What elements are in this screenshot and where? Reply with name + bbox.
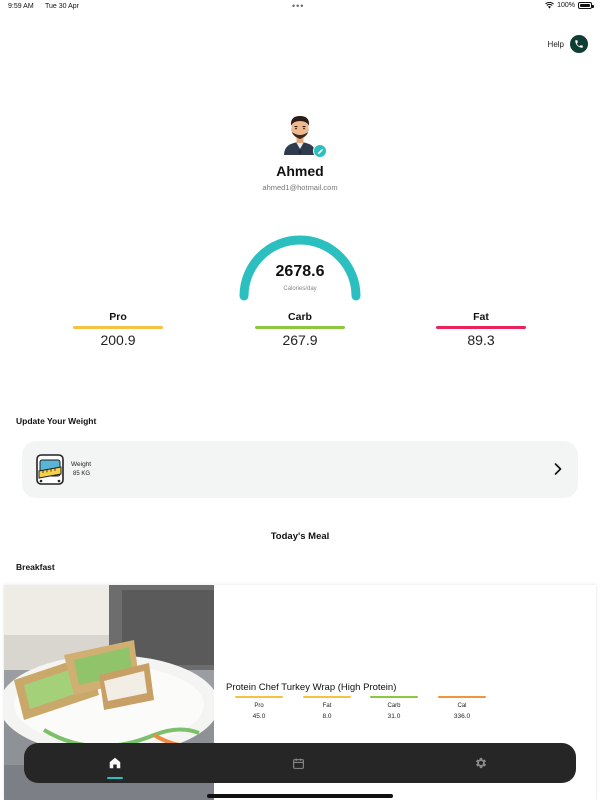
macro-bar — [436, 326, 526, 329]
breakfast-title: Breakfast — [16, 562, 55, 572]
battery-icon — [578, 2, 594, 9]
calories-label: Calories/day — [283, 286, 317, 292]
nav-active-indicator — [107, 777, 123, 779]
meal-macro-fat: Fat 8.0 — [303, 696, 351, 720]
wifi-icon — [545, 2, 554, 9]
weight-card[interactable]: Weight 85 KG — [22, 441, 578, 498]
macro-bar — [255, 326, 345, 329]
help-label: Help — [547, 39, 564, 49]
macro-value: 89.3 — [467, 332, 495, 348]
macro-fat: Fat 89.3 — [436, 311, 526, 348]
chevron-right-icon — [554, 463, 562, 475]
multitask-dots[interactable]: ••• — [292, 1, 304, 11]
status-time: 9:59 AM — [8, 3, 34, 10]
home-icon — [109, 757, 121, 769]
calories-value: 2678.6 — [275, 263, 325, 280]
bottom-nav — [24, 743, 576, 783]
meal-macro-bar — [370, 696, 418, 698]
nav-settings[interactable] — [461, 743, 501, 783]
meal-macro-carb: Carb 31.0 — [370, 696, 418, 720]
meal-macro-label: Cal — [457, 703, 467, 709]
meal-macro-value: 31.0 — [387, 713, 401, 720]
macro-bar — [73, 326, 163, 329]
macro-label: Pro — [109, 311, 127, 323]
meal-macro-bar — [235, 696, 283, 698]
weight-value: 85 KG — [73, 471, 91, 477]
user-email: ahmed1@hotmail.com — [262, 183, 338, 192]
home-indicator — [207, 794, 393, 798]
meal-macro-value: 45.0 — [252, 713, 266, 720]
meal-macro-label: Fat — [322, 703, 332, 709]
meal-macro-bar — [303, 696, 351, 698]
profile-screen: 9:59 AM Tue 30 Apr ••• 100% Help Ahmed a… — [0, 0, 600, 800]
status-indicators: 100% — [545, 2, 594, 9]
todays-meal-title: Today's Meal — [270, 531, 330, 542]
meal-macro-pro: Pro 45.0 — [235, 696, 283, 720]
scale-icon — [36, 454, 64, 485]
calendar-icon — [292, 758, 304, 769]
meal-name: Protein Chef Turkey Wrap (High Protein) — [226, 682, 397, 693]
macro-value: 267.9 — [282, 332, 318, 348]
user-name: Ahmed — [276, 163, 324, 179]
phone-icon[interactable] — [570, 35, 588, 53]
meal-macro-label: Carb — [387, 703, 401, 709]
help-button[interactable]: Help — [548, 35, 588, 53]
meal-macro-value: 336.0 — [453, 713, 471, 720]
status-date: Tue 30 Apr — [45, 3, 79, 10]
macro-carb: Carb 267.9 — [255, 311, 345, 348]
gear-icon — [475, 757, 487, 769]
macro-protein: Pro 200.9 — [73, 311, 163, 348]
macro-label: Fat — [473, 311, 489, 323]
battery-percent: 100% — [557, 2, 575, 9]
status-bar: 9:59 AM Tue 30 Apr ••• 100% — [0, 0, 600, 14]
macro-value: 200.9 — [100, 332, 136, 348]
meal-macro-label: Pro — [254, 703, 264, 709]
edit-profile-button[interactable] — [313, 144, 327, 158]
meal-macro-bar — [438, 696, 486, 698]
nav-home[interactable] — [95, 743, 135, 783]
meal-macro-cal: Cal 336.0 — [438, 696, 486, 720]
meal-macro-value: 8.0 — [322, 713, 332, 720]
update-weight-title: Update Your Weight — [16, 416, 97, 426]
weight-label: Weight — [71, 461, 92, 468]
pencil-icon — [317, 148, 323, 154]
macro-label: Carb — [288, 311, 312, 323]
nav-calendar[interactable] — [278, 743, 318, 783]
